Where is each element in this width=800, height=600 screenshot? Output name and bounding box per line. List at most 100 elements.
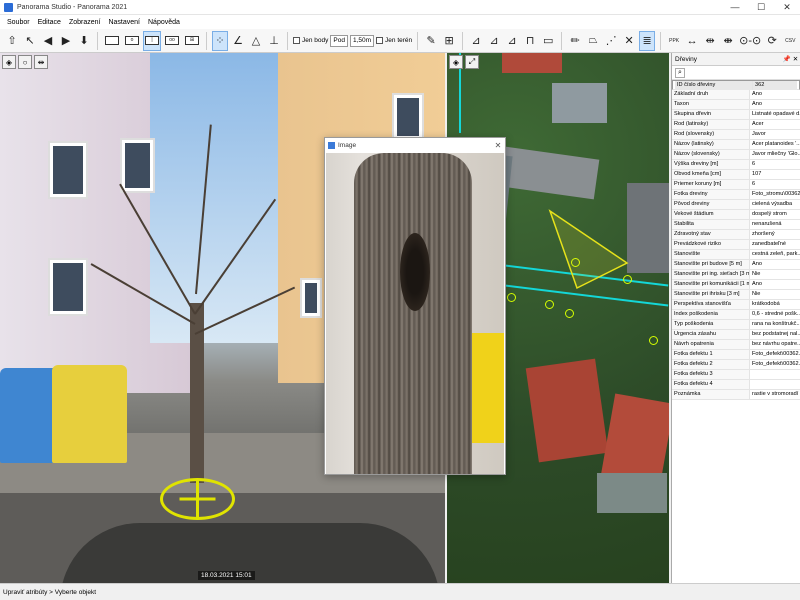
attribute-row[interactable]: Poznámka rastie v stromoradí [672, 390, 800, 400]
attribute-value[interactable]: cestná zeleň, park... [750, 250, 800, 259]
download-button[interactable]: ⬇ [76, 31, 92, 51]
height-tool-button[interactable]: ⊥ [266, 31, 282, 51]
attribute-value[interactable] [750, 370, 800, 379]
attribute-row[interactable]: Priemer koruny [m] 6 [672, 180, 800, 190]
attribute-value[interactable]: Ano [750, 260, 800, 269]
up-arrow-button[interactable]: ⇧ [4, 31, 20, 51]
attribute-value[interactable]: Acer platanoides '... [750, 140, 800, 149]
map-fullscreen-button[interactable]: ⤢ [465, 55, 479, 69]
split-line-button[interactable]: ⇹ [702, 31, 718, 51]
attribute-row[interactable]: Stanovište pri ing. sieťach [3 m] Nie [672, 270, 800, 280]
draw-line-button[interactable]: ✎ [423, 31, 439, 51]
measure-area-button[interactable]: ⊿ [486, 31, 502, 51]
attribute-row[interactable]: Názov (slovensky) Javor mliečny 'Glo... [672, 150, 800, 160]
sphere-button[interactable]: ○ [18, 55, 32, 69]
search-icon[interactable]: ⌕ [675, 67, 685, 78]
export-csv-button[interactable]: CSV [782, 31, 798, 51]
attribute-row[interactable]: Zdravotný stav zhoršený [672, 230, 800, 240]
minimize-button[interactable]: — [722, 0, 748, 15]
map-tree-icon[interactable] [649, 336, 658, 345]
pencil-button[interactable]: ✏ [567, 31, 583, 51]
attribute-value[interactable]: 6 [750, 180, 800, 189]
attribute-row[interactable]: Pôvod dreviny cielená výsadba [672, 200, 800, 210]
attribute-row[interactable]: Skupina dřevin Listnaté opadavé d... [672, 110, 800, 120]
attribute-row[interactable]: ID číslo dřeviny 362 [672, 80, 800, 90]
attribute-value[interactable]: 6 [750, 160, 800, 169]
attribute-value[interactable]: Foto_defekt\00362... [750, 350, 800, 359]
attribute-value[interactable]: Acer [750, 120, 800, 129]
attribute-row[interactable]: Obvod kmeňa [cm] 107 [672, 170, 800, 180]
add-grid-button[interactable]: ⊞ [441, 31, 457, 51]
attribute-row[interactable]: Stanovište pri budove [5 m] Ano [672, 260, 800, 270]
attribute-value[interactable]: rastie v stromoradí [750, 390, 800, 399]
attribute-value[interactable]: Nie [750, 290, 800, 299]
distance-input[interactable]: 1,50m [349, 34, 375, 47]
attribute-row[interactable]: Typ poškodenia rana na konštrukč... [672, 320, 800, 330]
compare-button[interactable]: ⇹ [34, 55, 48, 69]
next-button[interactable]: ▶ [58, 31, 74, 51]
map-tree-icon[interactable] [545, 300, 554, 309]
view-split-button[interactable]: | [143, 30, 161, 51]
image-popup-close-button[interactable]: ✕ [491, 141, 505, 150]
menu-file[interactable]: Soubor [3, 19, 34, 26]
refresh-button[interactable]: ⟳ [764, 31, 780, 51]
attribute-row[interactable]: Fotka defektu 3 [672, 370, 800, 380]
attribute-value[interactable]: Nie [750, 270, 800, 279]
attribute-value[interactable]: Listnaté opadavé d... [750, 110, 800, 119]
attribute-value[interactable]: 0,6 - stredné pošk... [750, 310, 800, 319]
edit-vertex-button[interactable]: ⋰ [603, 31, 619, 51]
attribute-row[interactable]: Rod (latinsky) Acer [672, 120, 800, 130]
attribute-value[interactable]: Ano [750, 90, 800, 99]
attribute-value[interactable]: Foto_defekt\00362... [750, 360, 800, 369]
view-single-button[interactable] [103, 31, 121, 51]
attribute-value[interactable]: zhoršený [750, 230, 800, 239]
attribute-row[interactable]: Návrh opatrenia bez návrhu opatre... [672, 340, 800, 350]
attribute-row[interactable]: Základní druh Ano [672, 90, 800, 100]
menu-edit[interactable]: Editace [34, 19, 65, 26]
node-link-button[interactable]: ⊙-⊙ [738, 31, 762, 51]
attribute-value[interactable]: 362 [753, 80, 797, 90]
menu-settings[interactable]: Nastavení [104, 19, 144, 26]
edit-attributes-button[interactable]: ≣ [639, 30, 656, 51]
map-tree-icon[interactable] [507, 293, 516, 302]
measure-window-button[interactable]: ▭ [540, 31, 556, 51]
attribute-value[interactable]: Ano [750, 280, 800, 289]
attribute-value[interactable]: krátkodobá [750, 300, 800, 309]
ppk-button[interactable]: PPK [666, 31, 682, 51]
menu-view[interactable]: Zobrazení [65, 19, 105, 26]
angle-tool-button[interactable]: ∠ [230, 31, 246, 51]
attribute-value[interactable]: bez podstatnej nal... [750, 330, 800, 339]
attribute-row[interactable]: Stanovište pri ihrisku [3 m] Nie [672, 290, 800, 300]
select-cursor-button[interactable]: ↖ [22, 31, 38, 51]
attribute-row[interactable]: Stanovište cestná zeleň, park... [672, 250, 800, 260]
menu-help[interactable]: Nápověda [144, 19, 184, 26]
attribute-row[interactable]: Výška dreviny [m] 6 [672, 160, 800, 170]
attribute-row[interactable]: Urgencia zásahu bez podstatnej nal... [672, 330, 800, 340]
attribute-value[interactable]: nenarušená [750, 220, 800, 229]
polygon-button[interactable]: ⏢ [585, 31, 601, 51]
ground-only-checkbox[interactable]: Jen terén [376, 37, 412, 44]
attribute-value[interactable]: Javor [750, 130, 800, 139]
map-layers-button[interactable]: ◈ [449, 55, 463, 69]
view-panorama-button[interactable]: o [123, 31, 141, 51]
map-tree-icon[interactable] [565, 309, 574, 318]
triangle-tool-button[interactable]: △ [248, 31, 264, 51]
attribute-value[interactable]: zanedbateľné [750, 240, 800, 249]
attribute-row[interactable]: Stanovište pri komunikácii [1 m] Ano [672, 280, 800, 290]
pin-button[interactable]: 📌 [782, 55, 791, 63]
attribute-value[interactable]: bez návrhu opatre... [750, 340, 800, 349]
attribute-row[interactable]: Prevádzkové riziko zanedbateľné [672, 240, 800, 250]
tree-marker-icon[interactable] [160, 478, 235, 520]
view-split-map-button[interactable]: oo [163, 31, 181, 51]
attribute-value[interactable]: Ano [750, 100, 800, 109]
maximize-button[interactable]: ☐ [748, 0, 774, 15]
measure-profile-button[interactable]: ⊓ [522, 31, 538, 51]
measure-slope-button[interactable]: ⊿ [504, 31, 520, 51]
point-type-select[interactable]: Pod [330, 34, 348, 47]
attribute-value[interactable]: Javor mliečny 'Glo... [750, 150, 800, 159]
attribute-value[interactable]: Foto_stromu\00362... [750, 190, 800, 199]
attribute-value[interactable]: rana na konštrukč... [750, 320, 800, 329]
attribute-row[interactable]: Rod (slovensky) Javor [672, 130, 800, 140]
attribute-row[interactable]: Fotka dreviny Foto_stromu\00362... [672, 190, 800, 200]
attribute-row[interactable]: Index poškodenia 0,6 - stredné pošk... [672, 310, 800, 320]
